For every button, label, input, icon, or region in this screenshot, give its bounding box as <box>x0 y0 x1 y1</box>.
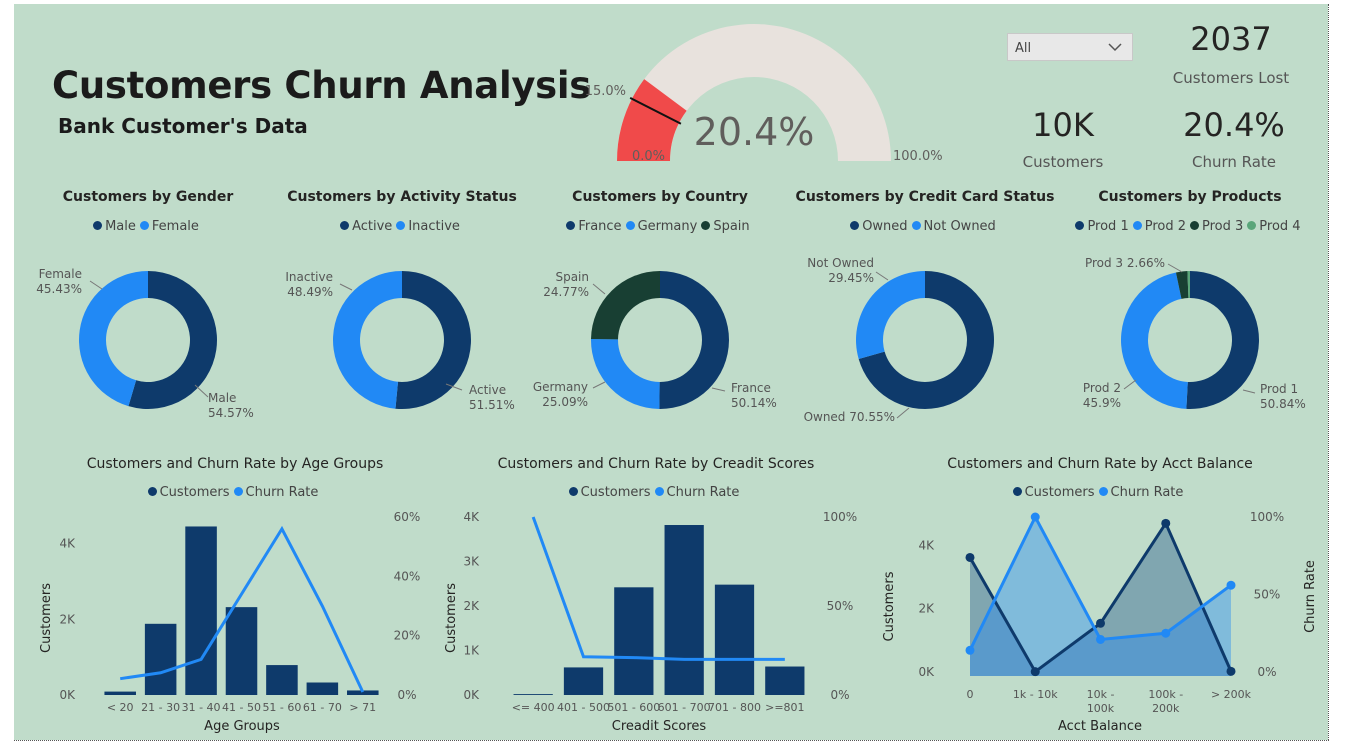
customers-point-3 <box>1161 518 1171 528</box>
y2-tick-label: 100% <box>1250 510 1284 524</box>
churn-rate-point-0 <box>965 645 975 655</box>
x-tick-label: 0 <box>967 688 974 701</box>
customers-point-1 <box>1030 667 1040 677</box>
y2-tick-label: 0% <box>1257 665 1276 679</box>
x-tick-label: 200k <box>1152 702 1180 715</box>
x-tick-label: 10k - <box>1087 688 1115 701</box>
y-tick-label: 2K <box>918 602 935 616</box>
churn-rate-point-3 <box>1161 628 1171 638</box>
customers-point-2 <box>1096 618 1105 628</box>
churn-rate-point-1 <box>1030 512 1040 522</box>
combo-chart-2: 0K 2K 4K 0% 50% 100% Customers Churn Rate Acct B… <box>882 510 1318 734</box>
churn-rate-point-4 <box>1226 580 1236 590</box>
y2-tick-label: 50% <box>1254 588 1281 602</box>
y-axis-title: Customers <box>882 571 897 641</box>
x-tick-label: 100k <box>1087 702 1115 715</box>
churn-rate-point-2 <box>1096 634 1105 644</box>
x-tick-label: > 200k <box>1211 688 1252 701</box>
x-axis-title: Acct Balance <box>1058 719 1142 734</box>
y-tick-label: 4K <box>918 538 935 552</box>
y2-axis-title: Churn Rate <box>1303 560 1318 633</box>
x-tick-label: 100k - <box>1148 688 1183 701</box>
x-tick-label: 1k - 10k <box>1013 688 1058 701</box>
customers-point-0 <box>965 552 975 562</box>
customers-point-4 <box>1226 666 1236 676</box>
y-tick-label: 0K <box>918 665 935 679</box>
